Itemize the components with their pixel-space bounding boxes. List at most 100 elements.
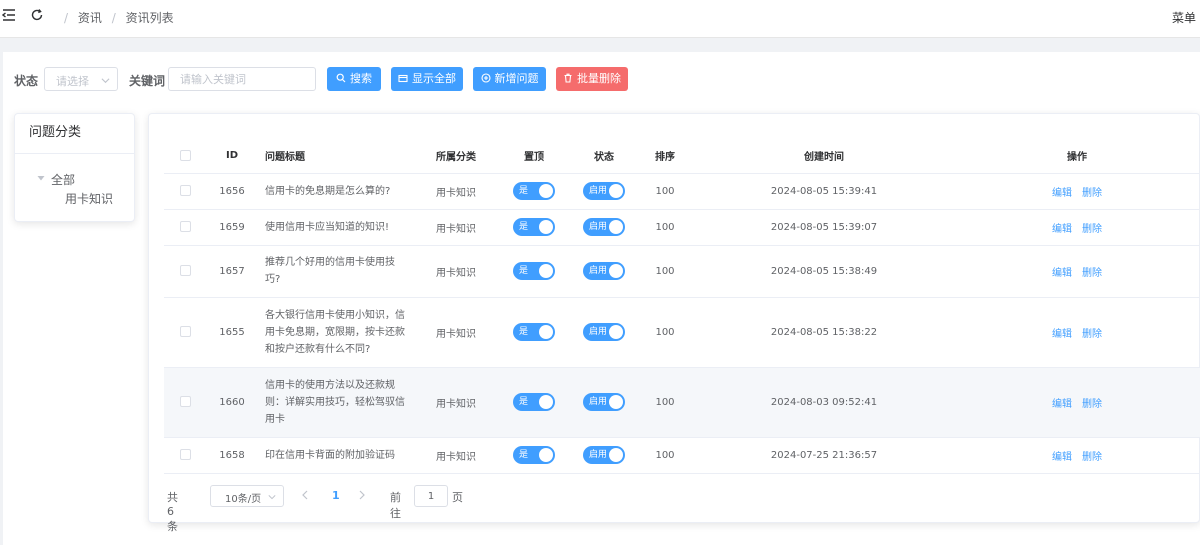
status-switch[interactable]: 启用 bbox=[583, 218, 625, 236]
delete-link[interactable]: 删除 bbox=[1082, 268, 1102, 279]
show-all-button[interactable]: 显示全部 bbox=[391, 67, 463, 91]
row-select-cell bbox=[164, 245, 207, 298]
refresh-icon[interactable] bbox=[30, 8, 44, 22]
tree-node-card-knowledge[interactable]: 用卡知识 bbox=[65, 190, 113, 207]
edit-link[interactable]: 编辑 bbox=[1052, 452, 1072, 463]
row-checkbox[interactable] bbox=[180, 449, 191, 461]
pagination-current-page[interactable]: 1 bbox=[332, 489, 340, 502]
column-header-id: ID bbox=[207, 139, 257, 174]
chevron-left-icon[interactable] bbox=[301, 489, 309, 501]
batch-delete-button[interactable]: 批量删除 bbox=[556, 67, 628, 91]
table-row[interactable]: 1660 信用卡的使用方法以及还款规则：详解实用技巧，轻松驾驭信用卡 用卡知识 是 启用… bbox=[164, 367, 1200, 438]
edit-link[interactable]: 编辑 bbox=[1052, 399, 1072, 410]
status-switch[interactable]: 启用 bbox=[583, 393, 625, 411]
table-row[interactable]: 1659 使用信用卡应当知道的知识! 用卡知识 是 启用 100 2024-08-05 15… bbox=[164, 209, 1200, 246]
pinned-switch[interactable]: 是 bbox=[513, 323, 555, 341]
status-switch-text: 启用 bbox=[589, 397, 608, 407]
pinned-switch[interactable]: 是 bbox=[513, 182, 555, 200]
page-jump-input[interactable] bbox=[414, 485, 448, 507]
switch-knob bbox=[609, 264, 623, 278]
breadcrumb: / 资讯 / 资讯列表 bbox=[64, 9, 180, 26]
breadcrumb-separator: / bbox=[111, 11, 116, 25]
switch-knob bbox=[539, 325, 553, 339]
row-checkbox[interactable] bbox=[180, 396, 191, 408]
edit-link[interactable]: 编辑 bbox=[1052, 188, 1072, 199]
row-checkbox[interactable] bbox=[180, 221, 191, 233]
pagination-goto-label: 前往 bbox=[390, 491, 401, 520]
delete-link[interactable]: 删除 bbox=[1082, 399, 1102, 410]
cell-title: 推荐几个好用的信用卡使用技巧? bbox=[257, 245, 417, 298]
category-panel-title: 问题分类 bbox=[15, 114, 134, 154]
cell-pinned: 是 bbox=[495, 367, 573, 438]
edit-link[interactable]: 编辑 bbox=[1052, 329, 1072, 340]
switch-knob bbox=[539, 264, 553, 278]
cell-status: 启用 bbox=[573, 209, 635, 246]
cell-id: 1657 bbox=[207, 245, 257, 298]
cell-category: 用卡知识 bbox=[417, 297, 495, 368]
cell-status: 启用 bbox=[573, 367, 635, 438]
table-row[interactable]: 1655 各大银行信用卡使用小知识，信用卡免息期，宽限期，按卡还款和按户还款有什么… bbox=[164, 297, 1200, 368]
status-switch-text: 启用 bbox=[589, 327, 608, 337]
pinned-switch[interactable]: 是 bbox=[513, 262, 555, 280]
pinned-switch[interactable]: 是 bbox=[513, 393, 555, 411]
search-button[interactable]: 搜索 bbox=[327, 67, 381, 91]
keyword-input[interactable] bbox=[168, 67, 316, 91]
status-switch[interactable]: 启用 bbox=[583, 323, 625, 341]
edit-link[interactable]: 编辑 bbox=[1052, 224, 1072, 235]
cell-category: 用卡知识 bbox=[417, 173, 495, 210]
tree-node-all[interactable]: 全部 bbox=[51, 171, 75, 188]
status-switch[interactable]: 启用 bbox=[583, 446, 625, 464]
cell-pinned: 是 bbox=[495, 437, 573, 474]
status-switch[interactable]: 启用 bbox=[583, 262, 625, 280]
pinned-switch-text: 是 bbox=[519, 186, 529, 196]
pinned-switch[interactable]: 是 bbox=[513, 446, 555, 464]
cell-status: 启用 bbox=[573, 245, 635, 298]
pinned-switch[interactable]: 是 bbox=[513, 218, 555, 236]
row-select-cell bbox=[164, 437, 207, 474]
cell-id: 1660 bbox=[207, 367, 257, 438]
table-row[interactable]: 1656 信用卡的免息期是怎么算的? 用卡知识 是 启用 100 2024-08-05 15… bbox=[164, 173, 1200, 210]
cell-id: 1658 bbox=[207, 437, 257, 474]
cell-title: 印在信用卡背面的附加验证码 bbox=[257, 437, 417, 474]
status-switch-text: 启用 bbox=[589, 266, 608, 276]
switch-knob bbox=[609, 325, 623, 339]
delete-link[interactable]: 删除 bbox=[1082, 452, 1102, 463]
table-header-row: ID 问题标题 所属分类 置顶 状态 排序 创建时间 操作 bbox=[164, 139, 1200, 174]
batch-delete-button-label: 批量删除 bbox=[577, 72, 621, 85]
row-checkbox[interactable] bbox=[180, 265, 191, 277]
delete-link[interactable]: 删除 bbox=[1082, 224, 1102, 235]
status-select[interactable]: 请选择 bbox=[44, 67, 118, 91]
edit-link[interactable]: 编辑 bbox=[1052, 268, 1072, 279]
select-all-checkbox[interactable] bbox=[180, 150, 191, 161]
menu-button[interactable]: 菜单 bbox=[1172, 9, 1196, 26]
cell-actions: 编辑 删除 bbox=[953, 209, 1200, 246]
table-row[interactable]: 1657 推荐几个好用的信用卡使用技巧? 用卡知识 是 启用 100 2024-08-05 … bbox=[164, 245, 1200, 298]
row-checkbox[interactable] bbox=[180, 185, 191, 197]
row-checkbox[interactable] bbox=[180, 326, 191, 338]
pagination-total: 共 6 条 bbox=[167, 491, 178, 533]
switch-knob bbox=[539, 184, 553, 198]
switch-knob bbox=[609, 184, 623, 198]
cell-pinned: 是 bbox=[495, 209, 573, 246]
chevron-down-icon bbox=[268, 495, 276, 500]
status-switch-text: 启用 bbox=[589, 450, 608, 460]
status-label: 状态 bbox=[14, 74, 39, 88]
status-select-placeholder: 请选择 bbox=[56, 75, 89, 88]
page-size-select[interactable]: 10条/页 bbox=[210, 485, 284, 507]
status-switch[interactable]: 启用 bbox=[583, 182, 625, 200]
delete-link[interactable]: 删除 bbox=[1082, 188, 1102, 199]
column-header-pinned: 置顶 bbox=[495, 139, 573, 174]
keyword-label: 关键词 bbox=[129, 74, 166, 88]
breadcrumb-item-news[interactable]: 资讯 bbox=[78, 11, 102, 25]
chevron-right-icon[interactable] bbox=[358, 489, 366, 501]
chevron-down-icon bbox=[101, 78, 110, 84]
delete-link[interactable]: 删除 bbox=[1082, 329, 1102, 340]
menu-fold-icon[interactable] bbox=[2, 8, 16, 22]
table-row[interactable]: 1658 印在信用卡背面的附加验证码 用卡知识 是 启用 100 2024-07-25 21… bbox=[164, 437, 1200, 474]
add-question-button[interactable]: 新增问题 bbox=[473, 67, 546, 91]
caret-down-icon[interactable] bbox=[37, 174, 45, 182]
cell-title: 信用卡的使用方法以及还款规则：详解实用技巧，轻松驾驭信用卡 bbox=[257, 367, 417, 438]
main-content: 状态 请选择 关键词 搜索 显示全部 新增问题 批量删除 问题分类 全部 用卡知… bbox=[3, 52, 1200, 545]
cell-status: 启用 bbox=[573, 173, 635, 210]
cell-created: 2024-08-05 15:38:49 bbox=[695, 245, 953, 298]
